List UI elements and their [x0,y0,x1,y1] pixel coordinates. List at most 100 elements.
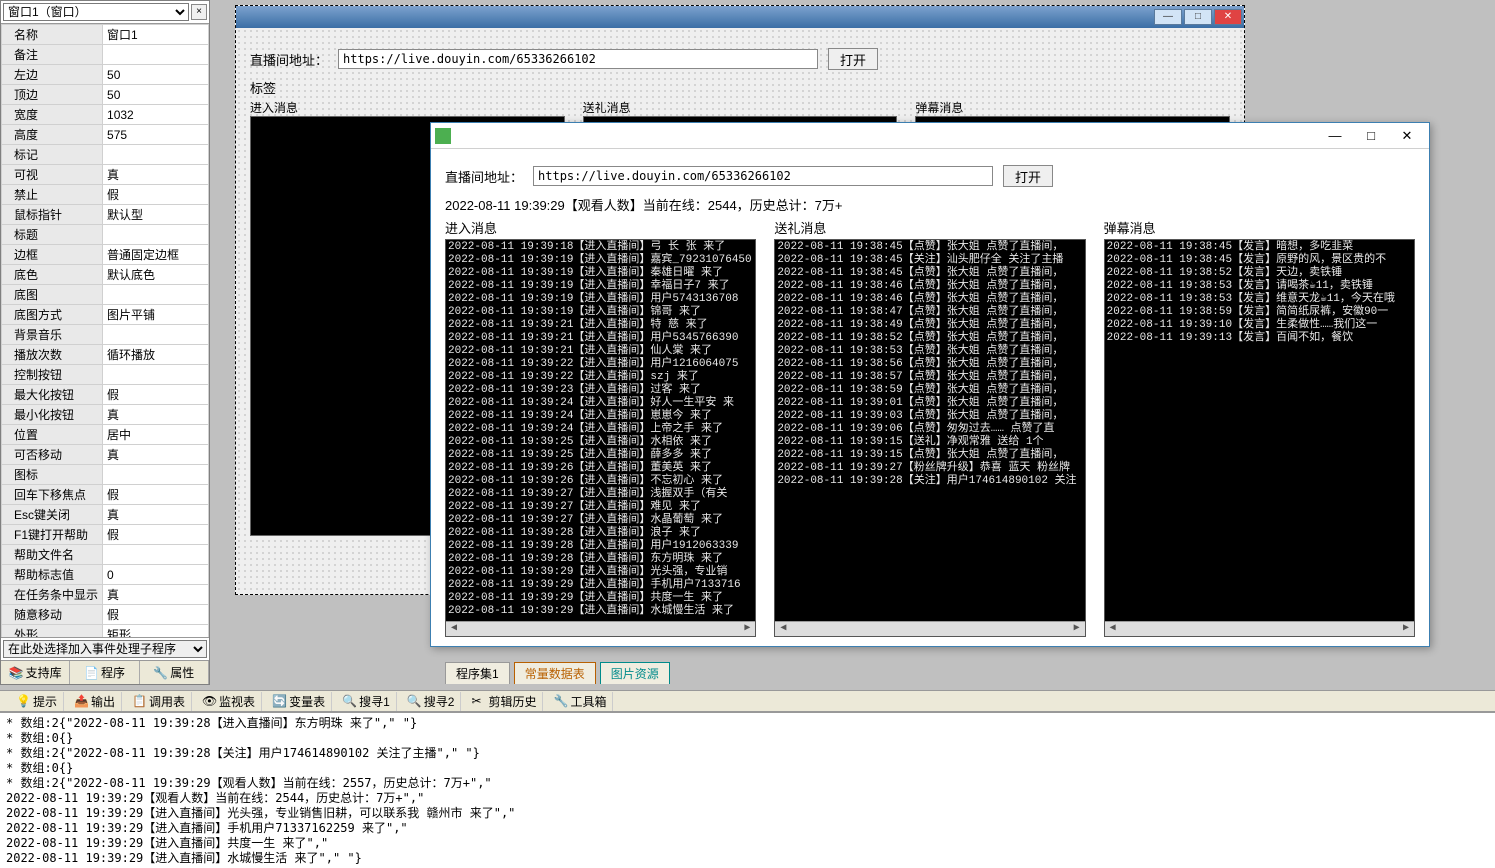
rt-maximize-icon[interactable]: □ [1353,124,1389,148]
property-value[interactable]: 50 [103,65,209,85]
property-value[interactable]: 575 [103,125,209,145]
property-value[interactable]: 假 [103,385,209,405]
property-row[interactable]: 备注 [2,45,209,65]
scroll-right-icon[interactable]: ▶ [1069,622,1085,636]
property-value[interactable]: 50 [103,85,209,105]
scroll-left-icon[interactable]: ◀ [775,622,791,636]
scroll-left-icon[interactable]: ◀ [1105,622,1121,636]
rt-gift-log[interactable]: 2022-08-11 19:38:45【点赞】张大姐 点赞了直播间，2022-0… [774,239,1085,637]
property-row[interactable]: 外形矩形 [2,625,209,638]
rt-url-input[interactable] [533,166,993,186]
property-value[interactable] [103,365,209,385]
maximize-icon[interactable]: □ [1184,9,1212,25]
rt-minimize-icon[interactable]: — [1317,124,1353,148]
property-value[interactable] [103,225,209,245]
property-row[interactable]: 左边50 [2,65,209,85]
tool-button[interactable]: ✂剪辑历史 [465,692,543,711]
tool-button[interactable]: 📤输出 [68,692,122,711]
panel-close-icon[interactable]: × [191,4,207,20]
property-row[interactable]: 播放次数循环播放 [2,345,209,365]
rt-enter-log[interactable]: 2022-08-11 19:39:18【进入直播间】弓 长 张 来了2022-0… [445,239,756,637]
rt-open-button[interactable]: 打开 [1003,165,1053,187]
panel-tab[interactable]: 🔧属性 [140,661,209,684]
property-value[interactable] [103,45,209,65]
property-value[interactable]: 真 [103,165,209,185]
property-value[interactable]: 真 [103,505,209,525]
property-value[interactable]: 真 [103,405,209,425]
property-value[interactable]: 普通固定边框 [103,245,209,265]
scroll-left-icon[interactable]: ◀ [446,622,462,636]
file-tab[interactable]: 常量数据表 [514,662,596,684]
property-row[interactable]: 可视真 [2,165,209,185]
property-row[interactable]: 随意移动假 [2,605,209,625]
rt-chat-log[interactable]: 2022-08-11 19:38:45【发言】暗想，多吃韭菜2022-08-11… [1104,239,1415,637]
property-value[interactable]: 居中 [103,425,209,445]
property-value[interactable]: 循环播放 [103,345,209,365]
property-value[interactable]: 0 [103,565,209,585]
property-value[interactable]: 默认型 [103,205,209,225]
property-value[interactable] [103,325,209,345]
property-row[interactable]: 标题 [2,225,209,245]
property-row[interactable]: 在任务条中显示真 [2,585,209,605]
tool-button[interactable]: 💡提示 [10,692,64,711]
property-row[interactable]: 帮助标志值0 [2,565,209,585]
property-row[interactable]: Esc键关闭真 [2,505,209,525]
output-pane[interactable]: * 数组:2{"2022-08-11 19:39:28【进入直播间】东方明珠 来… [0,712,1495,868]
panel-tab[interactable]: 📄程序 [70,661,139,684]
property-row[interactable]: 最大化按钮假 [2,385,209,405]
tool-button[interactable]: 🔍搜寻1 [336,692,397,711]
property-value[interactable]: 图片平铺 [103,305,209,325]
property-value[interactable]: 真 [103,585,209,605]
minimize-icon[interactable]: — [1154,9,1182,25]
scroll-right-icon[interactable]: ▶ [739,622,755,636]
property-row[interactable]: 控制按钮 [2,365,209,385]
property-value[interactable]: 矩形 [103,625,209,638]
file-tab[interactable]: 图片资源 [600,662,670,684]
property-row[interactable]: 最小化按钮真 [2,405,209,425]
property-value[interactable]: 窗口1 [103,25,209,45]
property-row[interactable]: 背景音乐 [2,325,209,345]
property-row[interactable]: F1键打开帮助假 [2,525,209,545]
property-row[interactable]: 顶边50 [2,85,209,105]
property-value[interactable]: 真 [103,445,209,465]
close-icon[interactable]: ✕ [1214,9,1242,25]
scroll-right-icon[interactable]: ▶ [1398,622,1414,636]
rt-close-icon[interactable]: ✕ [1389,124,1425,148]
tool-button[interactable]: 🔄变量表 [266,692,332,711]
property-value[interactable]: 假 [103,485,209,505]
property-value[interactable]: 假 [103,605,209,625]
property-value[interactable]: 假 [103,185,209,205]
tool-button[interactable]: 🔧工具箱 [547,692,613,711]
control-select[interactable]: 窗口1（窗口） [3,3,189,21]
property-row[interactable]: 位置居中 [2,425,209,445]
property-value[interactable]: 假 [103,525,209,545]
property-row[interactable]: 标记 [2,145,209,165]
event-handler-select[interactable]: 在此处选择加入事件处理子程序 [3,640,207,658]
property-row[interactable]: 回车下移焦点假 [2,485,209,505]
property-row[interactable]: 高度575 [2,125,209,145]
property-value[interactable]: 默认底色 [103,265,209,285]
property-row[interactable]: 底图方式图片平铺 [2,305,209,325]
tool-button[interactable]: 👁监视表 [196,692,262,711]
property-value[interactable] [103,465,209,485]
property-value[interactable]: 1032 [103,105,209,125]
property-row[interactable]: 图标 [2,465,209,485]
property-row[interactable]: 底色默认底色 [2,265,209,285]
panel-tab[interactable]: 📚支持库 [1,661,70,684]
property-row[interactable]: 可否移动真 [2,445,209,465]
file-tab[interactable]: 程序集1 [445,662,510,684]
property-row[interactable]: 底图 [2,285,209,305]
property-value[interactable] [103,285,209,305]
tool-button[interactable]: 🔍搜寻2 [401,692,462,711]
tool-button[interactable]: 📋调用表 [126,692,192,711]
property-row[interactable]: 宽度1032 [2,105,209,125]
property-value[interactable] [103,145,209,165]
property-row[interactable]: 帮助文件名 [2,545,209,565]
open-button[interactable]: 打开 [828,48,878,70]
property-row[interactable]: 名称窗口1 [2,25,209,45]
property-row[interactable]: 鼠标指针默认型 [2,205,209,225]
property-value[interactable] [103,545,209,565]
property-row[interactable]: 边框普通固定边框 [2,245,209,265]
url-input[interactable] [338,49,818,69]
property-row[interactable]: 禁止假 [2,185,209,205]
